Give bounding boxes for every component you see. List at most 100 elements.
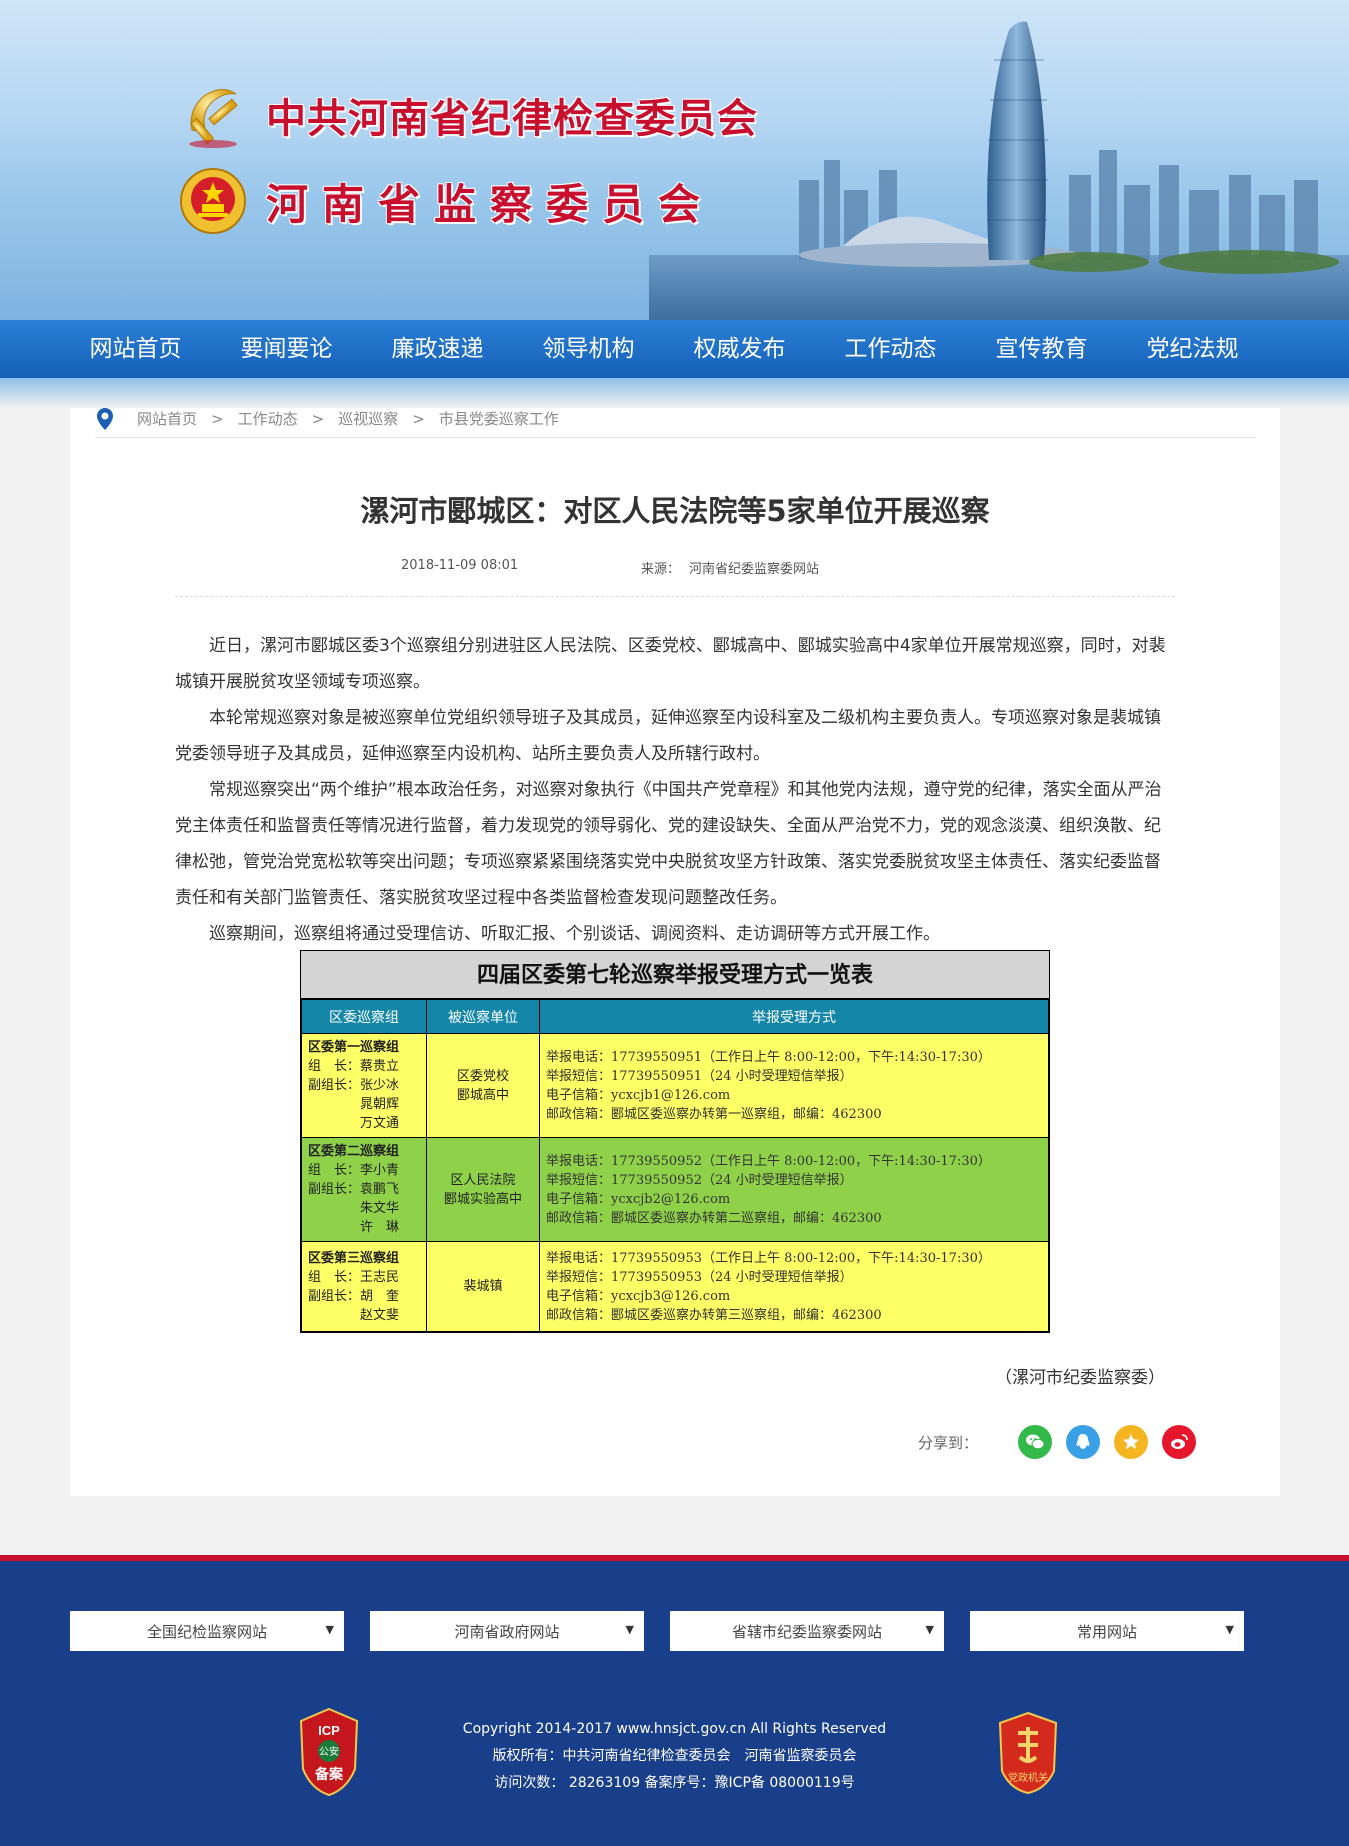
government-agency-badge-icon[interactable]: 党政机关 [996, 1711, 1060, 1795]
group-member: 万文通 [308, 1116, 400, 1131]
paragraph: 常规巡察突出“两个维护”根本政治任务，对巡察对象执行《中国共产党章程》和其他党内… [175, 780, 1162, 908]
group-member: 组 长：王志民 [308, 1269, 400, 1285]
paragraph: 本轮常规巡察对象是被巡察单位党组织领导班子及其成员，延伸巡察至内设科室及二级机构… [175, 708, 1161, 764]
report-sms: 举报短信：17739550952（24 小时受理短信举报） [546, 1172, 853, 1188]
breadcrumb-home[interactable]: 网站首页 [137, 408, 197, 429]
breadcrumb-inspection[interactable]: 巡视巡察 [338, 408, 398, 429]
publish-date: 2018-11-09 08:01 [401, 558, 519, 573]
dropdown-arrow-icon: ▼ [325, 1623, 334, 1636]
share-wechat-button[interactable] [1018, 1425, 1053, 1459]
copyright-block: Copyright 2014-2017 www.hnsjct.gov.cn Al… [0, 1716, 1349, 1797]
report-methods-table: 四届区委第七轮巡察举报受理方式一览表 区委巡察组 被巡察单位 举报受理方式 区委… [300, 950, 1050, 1333]
unit-name: 区委党校 [456, 1068, 509, 1084]
report-sms: 举报短信：17739550951（24 小时受理短信举报） [546, 1068, 853, 1084]
nav-item-home[interactable]: 网站首页 [60, 320, 211, 378]
supervision-logo-row: 河南省监察委员会 [178, 166, 714, 236]
owner-text: 版权所有：中共河南省纪律检查委员会 河南省监察委员会 [492, 1748, 857, 1764]
report-email: 电子信箱：ycxcjb3@126.com [546, 1288, 731, 1304]
share-weibo-button[interactable] [1162, 1425, 1197, 1459]
article-title: 漯河市郾城区：对区人民法院等5家单位开展巡察 [360, 494, 990, 528]
share-qzone-button[interactable] [1114, 1425, 1149, 1459]
select-label: 全国纪检监察网站 [146, 1622, 267, 1641]
breadcrumb: 网站首页 > 工作动态 > 巡视巡察 > 市县党委巡察工作 [95, 407, 1255, 438]
group-name: 区委第三巡察组 [308, 1250, 400, 1266]
report-email: 电子信箱：ycxcjb2@126.com [546, 1191, 731, 1207]
location-pin-icon [97, 407, 113, 430]
group-member: 许 琳 [308, 1220, 400, 1235]
breadcrumb-separator: > [211, 409, 224, 428]
site-title-supervision: 河南省监察委员会 [266, 179, 715, 229]
unit-name: 区人民法院 [450, 1172, 516, 1188]
select-label: 常用网站 [1076, 1622, 1137, 1641]
select-label: 河南省政府网站 [454, 1622, 560, 1641]
table-row: 区委第二巡察组 组 长：李小青 副组长：袁鹏飞 朱文华 许 琳 区人民法院 郾城… [301, 1137, 1049, 1242]
paragraph: 巡察期间，巡察组将通过受理信访、听取汇报、个别谈话、调阅资料、走访调研等方式开展… [209, 924, 940, 944]
dropdown-arrow-icon: ▼ [625, 1623, 634, 1636]
main-nav: 网站首页 要闻要论 廉政速递 领导机构 权威发布 工作动态 宣传教育 党纪法规 [0, 320, 1349, 378]
national-emblem-icon [180, 168, 246, 234]
select-national-sites[interactable]: 全国纪检监察网站 ▼ [70, 1611, 344, 1651]
report-postal: 邮政信箱：郾城区委巡察办转第一巡察组，邮编：462300 [546, 1106, 882, 1122]
select-common-sites[interactable]: 常用网站 ▼ [970, 1611, 1244, 1651]
column-header-group: 区委巡察组 [301, 999, 427, 1034]
methods-cell: 举报电话：17739550953（工作日上午 8:00-12:00，下午:14:… [539, 1241, 1049, 1332]
qzone-star-icon [1123, 1434, 1140, 1449]
weibo-icon [1171, 1434, 1188, 1449]
article-credit: （漯河市纪委监察委） [995, 1368, 1165, 1388]
group-member: 组 长：蔡贵立 [308, 1059, 400, 1074]
unit-name: 郾城实验高中 [443, 1191, 522, 1207]
select-label: 省辖市纪委监察委网站 [731, 1622, 882, 1641]
report-postal: 邮政信箱：郾城区委巡察办转第三巡察组，邮编：462300 [546, 1307, 882, 1323]
column-header-methods: 举报受理方式 [539, 999, 1049, 1034]
report-postal: 邮政信箱：郾城区委巡察办转第二巡察组，邮编：462300 [546, 1210, 882, 1226]
qq-icon [1076, 1434, 1090, 1449]
breadcrumb-separator: > [412, 409, 425, 428]
group-member: 副组长：胡 奎 [308, 1288, 400, 1304]
city-skyline-illustration [649, 21, 1349, 320]
source-name: 河南省纪委监察委网站 [689, 562, 820, 577]
nav-item-education[interactable]: 宣传教育 [966, 320, 1117, 378]
visit-count-text: 访问次数： 28263109 备案序号：豫ICP备 08000119号 [494, 1775, 855, 1791]
select-provincial-gov-sites[interactable]: 河南省政府网站 ▼ [370, 1611, 644, 1651]
group-member: 组 长：李小青 [308, 1163, 400, 1178]
party-emblem-icon [189, 89, 238, 148]
nav-item-work-updates[interactable]: 工作动态 [815, 320, 966, 378]
group-cell: 区委第二巡察组 组 长：李小青 副组长：袁鹏飞 朱文华 许 琳 [301, 1137, 427, 1242]
group-member: 晁朝辉 [308, 1097, 400, 1112]
unit-name: 裴城镇 [463, 1279, 503, 1294]
table-row: 区委第一巡察组 组 长：蔡贵立 副组长：张少冰 晁朝辉 万文通 区委党校 郾城高… [301, 1033, 1049, 1138]
copyright-text: Copyright 2014-2017 www.hnsjct.gov.cn Al… [462, 1721, 887, 1737]
nav-item-regulations[interactable]: 党纪法规 [1117, 320, 1268, 378]
site-header: 中共河南省纪律检查委员会 河南省监察委员会 [0, 0, 1349, 320]
site-title-cpc: 中共河南省纪律检查委员会 [266, 95, 758, 142]
nav-item-releases[interactable]: 权威发布 [664, 320, 815, 378]
share-label: 分享到： [918, 1433, 979, 1452]
breadcrumb-work-updates[interactable]: 工作动态 [238, 408, 298, 429]
article-container: 网站首页 > 工作动态 > 巡视巡察 > 市县党委巡察工作 漯河市郾城区：对区人… [70, 407, 1280, 1496]
source-label: 来源： [641, 562, 681, 577]
dropdown-arrow-icon: ▼ [925, 1623, 934, 1636]
nav-item-leadership[interactable]: 领导机构 [513, 320, 664, 378]
group-name: 区委第二巡察组 [308, 1144, 400, 1159]
wechat-icon [1026, 1434, 1045, 1450]
nav-item-news[interactable]: 要闻要论 [211, 320, 362, 378]
table-row: 区委第三巡察组 组 长：王志民 副组长：胡 奎 赵文斐 裴城镇 举报电话：177… [301, 1241, 1049, 1332]
group-cell: 区委第三巡察组 组 长：王志民 副组长：胡 奎 赵文斐 [301, 1241, 427, 1332]
breadcrumb-county-inspection[interactable]: 市县党委巡察工作 [439, 408, 559, 429]
share-qq-button[interactable] [1066, 1425, 1101, 1459]
unit-cell: 区委党校 郾城高中 [426, 1033, 540, 1138]
unit-cell: 区人民法院 郾城实验高中 [426, 1137, 540, 1242]
nav-shadow [0, 378, 1349, 408]
article-body: 近日，漯河市郾城区委3个巡察组分别进驻区人民法院、区委党校、郾城高中、郾城实验高… [175, 628, 1175, 952]
report-email: 电子信箱：ycxcjb1@126.com [546, 1087, 731, 1103]
group-cell: 区委第一巡察组 组 长：蔡贵立 副组长：张少冰 晁朝辉 万文通 [301, 1033, 427, 1138]
select-city-commission-sites[interactable]: 省辖市纪委监察委网站 ▼ [670, 1611, 944, 1651]
report-phone: 举报电话：17739550951（工作日上午 8:00-12:00，下午:14:… [546, 1049, 991, 1065]
unit-cell: 裴城镇 [426, 1241, 540, 1332]
paragraph: 近日，漯河市郾城区委3个巡察组分别进驻区人民法院、区委党校、郾城高中、郾城实验高… [175, 636, 1166, 692]
breadcrumb-separator: > [311, 409, 325, 428]
related-links: 全国纪检监察网站 ▼ 河南省政府网站 ▼ 省辖市纪委监察委网站 ▼ 常用网站 ▼ [70, 1611, 1270, 1651]
nav-item-clean-gov[interactable]: 廉政速递 [362, 320, 513, 378]
report-phone: 举报电话：17739550953（工作日上午 8:00-12:00，下午:14:… [546, 1250, 991, 1266]
group-member: 赵文斐 [308, 1307, 400, 1323]
